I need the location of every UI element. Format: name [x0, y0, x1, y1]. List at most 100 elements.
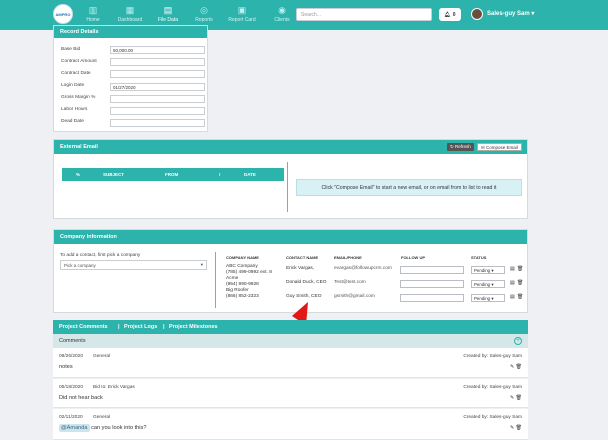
base-bid-field[interactable]: 50,000.00 [110, 46, 205, 54]
login-date-field[interactable]: 01/27/2020 [110, 83, 205, 91]
status-select[interactable]: Pending ▾ [471, 294, 505, 302]
header-status: STATUS [471, 255, 487, 260]
tab-separator: | [118, 324, 120, 330]
company-info-title: Company Information [54, 230, 527, 244]
compose-email-button[interactable]: ✉ Compose Email [477, 143, 522, 151]
bar-chart-icon: ▥ [88, 5, 98, 15]
comment-actions: ✎ 🗑︎ [510, 395, 522, 401]
dead-date-field[interactable] [110, 119, 205, 127]
nav-reports[interactable]: ◎ Reports [184, 5, 224, 23]
message-icon[interactable]: ▤ [510, 280, 515, 286]
pin-icon[interactable]: ✎ [510, 395, 514, 401]
nav-report-card-label: Report Card [228, 17, 256, 23]
contact-email[interactable]: gsmith@gmail.com [334, 294, 375, 300]
trash-icon[interactable]: 🗑︎ [516, 395, 522, 401]
company-select[interactable]: Pick a company ▾ [60, 260, 207, 270]
comment-text: notes [59, 364, 73, 370]
status-select[interactable]: Pending ▾ [471, 266, 505, 274]
company-phone: (866) 852-2323 [226, 294, 259, 299]
nav-dashboard[interactable]: ▦ Dashboard [110, 5, 150, 23]
dead-date-label: Dead Date [61, 119, 84, 124]
contact-name[interactable]: Donald Duck, CEO [286, 280, 327, 286]
follow-up-field[interactable] [400, 294, 464, 302]
header-email-phone: EMAIL/PHONE [334, 255, 362, 260]
comment-type: General [93, 354, 111, 359]
refresh-label: Refresh [455, 144, 471, 149]
comment-text: Did not hear back [59, 395, 103, 401]
trash-icon[interactable]: 🗑︎ [516, 425, 522, 431]
base-bid-label: Base Bid [61, 47, 81, 52]
comment-author: Created by: Sales-guy Sam [463, 385, 522, 390]
col-date[interactable]: DATE [244, 172, 256, 177]
message-icon[interactable]: ▤ [510, 266, 515, 272]
tab-project-logs[interactable]: Project Logs [124, 324, 157, 330]
contract-date-field[interactable] [110, 70, 205, 78]
contact-name[interactable]: Erick Vargas, [286, 266, 314, 272]
record-details-title: Record Details [54, 26, 207, 38]
email-table-header: % SUBJECT FROM ! DATE [62, 168, 284, 181]
contract-amount-label: Contract Amount [61, 59, 97, 64]
comment-text: @Amanda can you look into this? [59, 424, 147, 432]
external-email-panel: External Email ↻ Refresh ✉ Compose Email… [53, 139, 528, 219]
email-divider [287, 162, 288, 212]
nav-home[interactable]: ▥ Home [73, 5, 113, 23]
trash-icon[interactable]: 🗑︎ [517, 294, 523, 300]
trash-icon[interactable]: 🗑︎ [517, 266, 523, 272]
company-logo[interactable]: AMPRO [53, 4, 73, 24]
col-from[interactable]: FROM [165, 172, 178, 177]
dashboard-icon: ▦ [125, 5, 135, 15]
tab-project-comments[interactable]: Project Comments [59, 324, 108, 330]
nav-file-data[interactable]: ▤ File Data [148, 5, 188, 23]
company-select-value: Pick a company [64, 263, 96, 268]
col-flag[interactable]: ! [219, 172, 221, 177]
pin-icon[interactable]: ✎ [510, 425, 514, 431]
status-select[interactable]: Pending ▾ [471, 280, 505, 288]
pin-icon[interactable]: ✎ [510, 364, 514, 370]
nav-reports-label: Reports [195, 17, 213, 23]
company-list: ABC Company (785) 499-0992 ext. 8 Acme (… [226, 264, 272, 300]
follow-up-field[interactable] [400, 266, 464, 274]
labor-hours-field[interactable] [110, 107, 205, 115]
comment-body: can you look into this? [91, 425, 147, 431]
mention-tag[interactable]: @Amanda [59, 424, 90, 432]
trash-icon[interactable]: 🗑︎ [516, 364, 522, 370]
contract-amount-field[interactable] [110, 58, 205, 66]
tab-separator: | [163, 324, 165, 330]
gross-margin-field[interactable] [110, 95, 205, 103]
status-value: Pending [474, 268, 491, 273]
record-details-panel: Record Details Base Bid 50,000.00 Contra… [53, 25, 208, 132]
refresh-button[interactable]: ↻ Refresh [447, 143, 474, 151]
list-item: 02/11/2020 General Created by: Sales-guy… [53, 409, 528, 440]
chevron-down-icon: ▾ [531, 11, 535, 17]
comment-actions: ✎ 🗑︎ [510, 425, 522, 431]
comment-type: General [93, 415, 111, 420]
notifications-button[interactable]: 🔔︎ 0 [439, 8, 461, 21]
nav-home-label: Home [86, 17, 100, 23]
follow-up-field[interactable] [400, 280, 464, 288]
compose-label: Compose Email [486, 145, 518, 150]
nav-report-card[interactable]: ▣ Report Card [222, 5, 262, 23]
comment-date: 08/26/2020 [59, 354, 84, 359]
search-input[interactable]: Search... [296, 8, 432, 21]
comment-author: Created by: Sales-guy Sam [463, 354, 522, 359]
header-contact-name: CONTACT NAME [286, 255, 319, 260]
contact-email[interactable]: evargas@followupcrm.com [334, 266, 392, 272]
add-comment-button[interactable]: + [514, 337, 522, 345]
user-menu[interactable]: Sales-guy Sam ▾ [487, 10, 534, 17]
avatar[interactable] [471, 8, 483, 20]
col-percent[interactable]: % [76, 172, 80, 177]
contact-email[interactable]: Test@test.com [334, 280, 366, 286]
status-value: Pending [474, 296, 491, 301]
company-divider [215, 252, 216, 308]
bell-icon: 🔔︎ [444, 11, 451, 18]
message-icon[interactable]: ▤ [510, 294, 515, 300]
notification-count: 0 [452, 11, 456, 18]
nav-file-data-label: File Data [157, 17, 178, 23]
trash-icon[interactable]: 🗑︎ [517, 280, 523, 286]
compose-email-hint: Click "Compose Email" to start a new ema… [296, 179, 522, 196]
nav-clients-label: Clients [274, 17, 290, 23]
col-subject[interactable]: SUBJECT [103, 172, 124, 177]
comment-date: 05/18/2020 [59, 385, 84, 390]
tab-project-milestones[interactable]: Project Milestones [169, 324, 218, 330]
project-tabs: Project Comments | Project Logs | Projec… [53, 320, 528, 334]
